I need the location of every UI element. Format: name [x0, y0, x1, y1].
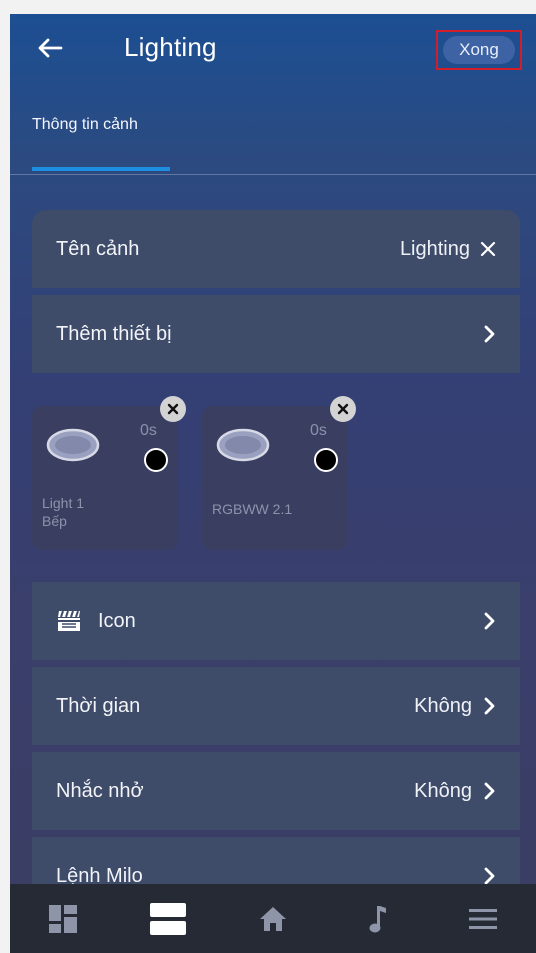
device-name-label: RGBWW 2.1 — [212, 501, 293, 517]
icon-row[interactable]: Icon — [32, 582, 520, 660]
menu-icon — [469, 908, 498, 929]
time-row-value: Không — [414, 694, 472, 717]
reminder-row-label: Nhắc nhở — [56, 779, 144, 802]
chevron-right-icon — [482, 782, 496, 800]
chevron-right-icon — [482, 612, 496, 630]
nav-dashboard[interactable] — [10, 884, 115, 953]
tab-scene-info[interactable]: Thông tin cảnh — [32, 116, 138, 134]
device-delay: 0s — [140, 422, 157, 439]
remove-device-button[interactable] — [160, 396, 186, 422]
bottom-nav — [10, 884, 536, 953]
close-icon — [337, 403, 349, 415]
device-name: Light 1 Bếp — [42, 494, 84, 530]
home-icon — [260, 906, 286, 931]
time-row-label: Thời gian — [56, 694, 141, 717]
tab-active-indicator — [32, 167, 170, 171]
device-card-rgbww-2-1[interactable]: 0s RGBWW 2.1 — [202, 396, 356, 550]
device-name: RGBWW 2.1 — [212, 500, 292, 518]
scene-name-value[interactable]: Lighting — [400, 238, 470, 261]
scenes-icon — [149, 902, 186, 935]
reminder-row-value: Không — [414, 779, 472, 802]
add-device-label: Thêm thiết bị — [56, 322, 172, 345]
nav-home[interactable] — [220, 884, 325, 953]
icon-row-label: Icon — [98, 609, 136, 632]
back-button[interactable] — [34, 32, 66, 64]
nav-scenes[interactable] — [115, 884, 220, 953]
device-card-light-1[interactable]: 0s Light 1 Bếp — [32, 396, 186, 550]
device-state-toggle[interactable] — [144, 448, 168, 472]
add-device-row[interactable]: Thêm thiết bị — [32, 295, 520, 373]
tab-divider — [10, 174, 536, 175]
scene-edit-screen: Lighting Xong Thông tin cảnh Tên cảnh Li… — [10, 14, 536, 953]
clapperboard-icon — [56, 609, 82, 633]
page-title: Lighting — [124, 32, 217, 62]
device-room-label: Bếp — [42, 513, 67, 529]
close-icon[interactable] — [480, 241, 496, 257]
music-icon — [369, 905, 387, 932]
header: Lighting Xong — [10, 14, 536, 84]
remove-device-button[interactable] — [330, 396, 356, 422]
chevron-right-icon — [482, 697, 496, 715]
device-delay: 0s — [310, 422, 327, 439]
done-highlight: Xong — [436, 30, 522, 70]
arrow-left-icon — [38, 38, 63, 58]
chevron-right-icon — [482, 325, 496, 343]
done-button[interactable]: Xong — [443, 36, 515, 64]
device-state-toggle[interactable] — [314, 448, 338, 472]
close-icon — [167, 403, 179, 415]
nav-music[interactable] — [326, 884, 431, 953]
chevron-right-icon — [482, 867, 496, 885]
tab-bar: Thông tin cảnh — [10, 110, 536, 174]
time-row[interactable]: Thời gian Không — [32, 667, 520, 745]
scene-name-label: Tên cảnh — [56, 237, 140, 260]
scene-name-row[interactable]: Tên cảnh Lighting — [32, 210, 520, 288]
dashboard-icon — [48, 904, 77, 933]
device-name-label: Light 1 — [42, 495, 85, 511]
reminder-row[interactable]: Nhắc nhở Không — [32, 752, 520, 830]
ceiling-light-icon — [46, 428, 100, 462]
ceiling-light-icon — [216, 428, 270, 462]
nav-menu[interactable] — [431, 884, 536, 953]
